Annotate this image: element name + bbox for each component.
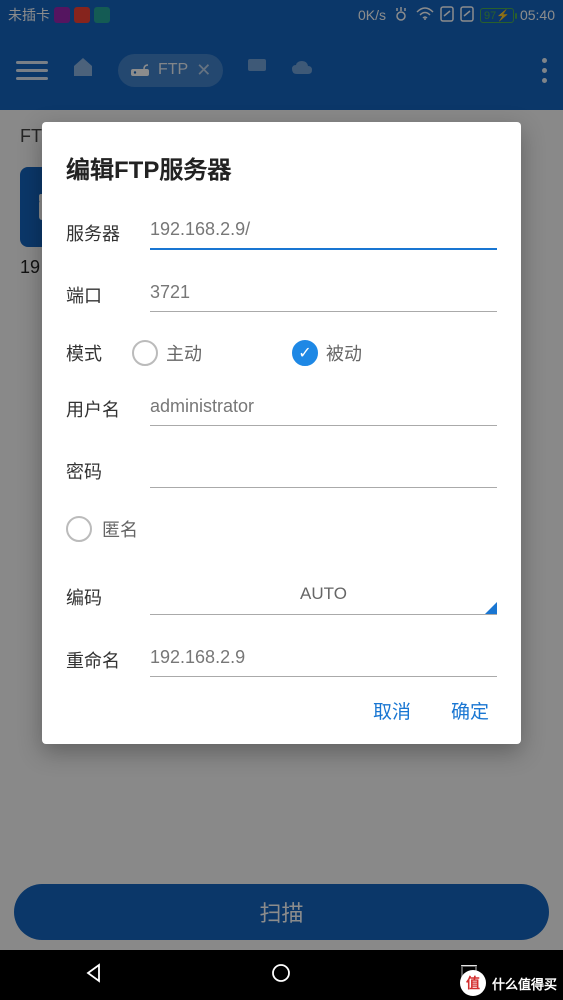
dropdown-triangle-icon — [485, 602, 497, 614]
home-nav-icon[interactable] — [270, 962, 292, 989]
port-label: 端口 — [66, 282, 138, 308]
rename-label: 重命名 — [66, 647, 138, 673]
server-label: 服务器 — [66, 220, 138, 246]
cancel-button[interactable]: 取消 — [373, 697, 411, 724]
anonymous-option[interactable]: 匿名 — [66, 516, 497, 542]
ok-button[interactable]: 确定 — [451, 697, 489, 724]
password-label: 密码 — [66, 458, 138, 484]
username-label: 用户名 — [66, 396, 138, 422]
radio-unchecked-icon — [132, 340, 158, 366]
watermark-badge-icon: 值 — [460, 970, 486, 996]
mode-label: 模式 — [66, 340, 122, 366]
encoding-select[interactable]: AUTO — [150, 578, 497, 615]
password-input[interactable] — [150, 454, 497, 488]
radio-checked-icon: ✓ — [292, 340, 318, 366]
mode-active-option[interactable]: 主动 — [132, 340, 202, 366]
encoding-label: 编码 — [66, 584, 150, 610]
server-input[interactable] — [150, 215, 497, 250]
dialog-title: 编辑FTP服务器 — [66, 150, 497, 185]
rename-input[interactable] — [150, 643, 497, 677]
port-input[interactable] — [150, 278, 497, 312]
username-input[interactable] — [150, 392, 497, 426]
mode-passive-option[interactable]: ✓ 被动 — [292, 340, 362, 366]
radio-unchecked-icon — [66, 516, 92, 542]
edit-ftp-dialog: 编辑FTP服务器 服务器 端口 模式 主动 ✓ 被动 用户名 密码 匿名 编码 — [42, 122, 521, 744]
watermark-text: 什么值得买 — [492, 974, 557, 993]
back-icon[interactable] — [83, 962, 105, 989]
watermark: 值 什么值得买 — [456, 966, 563, 1000]
